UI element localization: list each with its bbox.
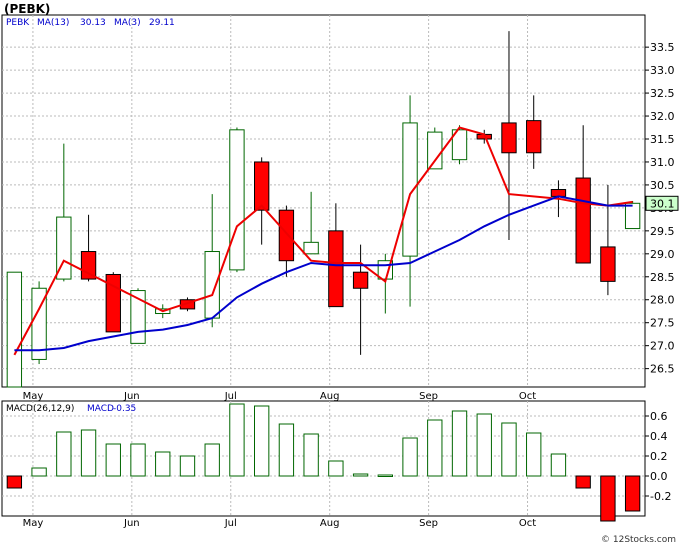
legend-symbol: PEBK	[6, 18, 30, 28]
macd-bar-positive	[352, 473, 369, 477]
candle-body-down	[501, 122, 517, 154]
candle-body-up	[402, 122, 418, 257]
macd-panel: -0.2 0.0 0.2 0.4 0.6 May Jun Jul Aug Sep Oct	[1, 400, 671, 529]
candle-body-up	[303, 241, 319, 255]
macd-bar-positive	[427, 419, 443, 477]
candle-body-up	[427, 131, 443, 170]
price-ytick-label: 32.0	[650, 110, 675, 123]
candle-body-down	[600, 246, 616, 282]
candle	[6, 271, 23, 388]
macd-bar-positive	[278, 423, 295, 477]
price-ytick-label: 28.0	[650, 294, 675, 307]
candle	[105, 272, 121, 333]
macd-month-label: Sep	[419, 518, 438, 529]
price-ytick-label: 31.0	[650, 156, 675, 169]
macd-bar-negative	[600, 475, 616, 522]
chart-title: (PEBK)	[4, 2, 50, 16]
macd-bar-positive	[204, 443, 220, 477]
macd-ytick-label: 0.4	[650, 430, 668, 443]
macd-bar-positive	[80, 429, 97, 477]
candle	[451, 125, 468, 165]
macd-month-label: Oct	[519, 518, 536, 529]
macd-bar-negative	[624, 475, 641, 512]
price-month-label: May	[23, 391, 44, 402]
price-ytick-label: 27.5	[650, 317, 675, 330]
candle-body-up	[229, 129, 245, 271]
last-price-label: 30.1	[650, 197, 675, 210]
price-ytick-label: 32.5	[650, 87, 675, 100]
price-ytick-label: 33.0	[650, 64, 675, 77]
macd-month-label: May	[23, 518, 44, 529]
footer-credit: © 12Stocks.com	[601, 535, 676, 545]
candle-body-down	[575, 177, 591, 264]
macd-legend-value: -0.35	[113, 404, 136, 414]
macd-bar-positive	[229, 403, 245, 477]
macd-ytick-label: 0.6	[650, 410, 668, 423]
macd-bar-positive	[254, 405, 270, 477]
macd-bar-positive	[56, 431, 72, 477]
macd-bar-positive	[328, 460, 344, 477]
macd-ytick-label: -0.2	[650, 490, 671, 503]
price-month-label: Aug	[320, 391, 340, 402]
macd-month-label: Jul	[224, 518, 237, 529]
macd-bar-positive	[179, 455, 196, 477]
macd-bar-positive	[105, 443, 121, 477]
candle	[427, 127, 443, 170]
price-month-label: Jul	[224, 391, 237, 402]
price-ytick-label: 29.5	[650, 225, 675, 238]
price-ytick-label: 33.5	[650, 41, 675, 54]
candle-body-down	[254, 161, 270, 211]
macd-legend-value-label: MACD	[87, 404, 114, 414]
price-month-label: Oct	[519, 391, 536, 402]
macd-bar-positive	[303, 433, 319, 477]
macd-bar-positive	[526, 432, 542, 477]
legend-ma13-value: 30.13	[80, 18, 106, 28]
macd-bar-positive	[402, 437, 418, 477]
macd-ytick-label: 0.0	[650, 470, 668, 483]
macd-legend-label: MACD(26,12,9)	[6, 404, 74, 414]
candle-body-up	[204, 251, 220, 319]
candle-body-up	[624, 202, 641, 230]
macd-bar-positive	[550, 453, 567, 477]
candle	[229, 127, 245, 273]
macd-month-label: Jun	[123, 518, 140, 529]
price-ytick-label: 26.5	[650, 363, 675, 376]
macd-bar-positive	[130, 443, 146, 477]
candle-body-down	[278, 209, 295, 262]
price-month-label: Jun	[123, 391, 140, 402]
price-month-label: Sep	[419, 391, 438, 402]
price-ytick-label: 28.5	[650, 271, 675, 284]
price-ytick-label: 31.5	[650, 133, 675, 146]
macd-bar-positive	[31, 467, 47, 477]
macd-bar-negative	[6, 475, 23, 489]
price-panel: 26.527.027.528.028.529.029.530.030.531.0…	[1, 14, 679, 402]
candle-body-down	[526, 120, 542, 154]
legend-ma3-label: MA(3)	[114, 18, 141, 28]
macd-month-label: Aug	[320, 518, 340, 529]
candle-body-down	[352, 271, 369, 289]
candle-body-down	[550, 189, 567, 197]
price-ytick-label: 27.0	[650, 340, 675, 353]
legend-ma3-value: 29.11	[149, 18, 175, 28]
candle-body-up	[6, 271, 23, 388]
macd-bar-positive	[476, 413, 492, 477]
macd-bar-negative	[575, 475, 591, 489]
price-ytick-label: 29.0	[650, 248, 675, 261]
macd-bar-positive	[501, 422, 517, 477]
legend-ma13-label: MA(13)	[37, 18, 69, 28]
macd-bar-positive	[155, 451, 171, 477]
candle	[31, 281, 47, 365]
macd-bar-positive	[377, 474, 393, 477]
candle-body-down	[328, 230, 344, 308]
macd-ytick-label: 0.2	[650, 450, 668, 463]
chart-canvas: 26.527.027.528.028.529.029.530.030.531.0…	[1, 2, 679, 545]
macd-plot-area	[1, 400, 646, 517]
price-ytick-label: 30.5	[650, 179, 675, 192]
macd-bar-positive	[451, 410, 468, 477]
